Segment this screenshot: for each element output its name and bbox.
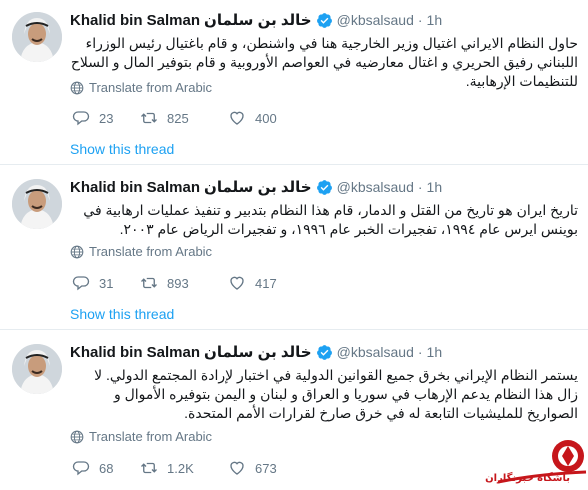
like-button[interactable]: 400 (228, 109, 308, 127)
arabic-display-name[interactable]: خالد بن سلمان (204, 11, 312, 29)
timestamp[interactable]: 1h (427, 179, 443, 195)
reply-icon (72, 276, 90, 291)
timestamp[interactable]: 1h (427, 12, 443, 28)
like-count: 673 (255, 460, 277, 476)
translate-label: Translate from Arabic (89, 244, 213, 259)
retweet-button[interactable]: 825 (140, 109, 228, 127)
globe-icon (70, 81, 84, 94)
tweet-header: Khalid bin Salman خالد بن سلمان @kbsalsa… (70, 177, 442, 197)
like-icon (230, 461, 244, 475)
reply-count: 23 (99, 110, 114, 126)
globe-icon (70, 430, 84, 443)
reply-icon (72, 461, 90, 476)
separator-dot: · (417, 179, 423, 195)
reply-button[interactable]: 23 (72, 109, 140, 127)
retweet-count: 893 (167, 275, 189, 291)
separator-dot: · (417, 344, 423, 360)
tweet-text: تاريخ ايران هو تاريخ من القتل و الدمار، … (83, 202, 578, 237)
verified-badge-icon (316, 344, 332, 360)
verified-badge-icon (316, 179, 332, 195)
like-count: 417 (255, 275, 277, 291)
reply-count: 31 (99, 275, 114, 291)
translate-label: Translate from Arabic (89, 80, 213, 95)
tweet-text: يستمر النظام الإيراني بخرق جميع القوانين… (94, 367, 578, 421)
timestamp[interactable]: 1h (427, 344, 443, 360)
tweet-header: Khalid bin Salman خالد بن سلمان @kbsalsa… (70, 342, 442, 362)
retweet-count: 825 (167, 110, 189, 126)
tweet-actions: 23 825 400 (72, 108, 308, 128)
tweet[interactable]: Khalid bin Salman خالد بن سلمان @kbsalsa… (0, 165, 588, 330)
arabic-display-name[interactable]: خالد بن سلمان (204, 343, 312, 361)
like-button[interactable]: 417 (228, 274, 308, 292)
retweet-count: 1.2K (167, 460, 194, 476)
watermark-text: باشگاه خبرنگاران (485, 473, 570, 484)
avatar[interactable] (12, 12, 62, 62)
show-thread-link[interactable]: Show this thread (70, 306, 174, 322)
display-name[interactable]: Khalid bin Salman (70, 344, 200, 361)
retweet-button[interactable]: 893 (140, 274, 228, 292)
user-handle[interactable]: @kbsalsaud (337, 344, 414, 360)
translate-label: Translate from Arabic (89, 429, 213, 444)
retweet-icon (141, 112, 157, 124)
avatar[interactable] (12, 179, 62, 229)
show-thread-link[interactable]: Show this thread (70, 141, 174, 157)
avatar[interactable] (12, 344, 62, 394)
like-icon (230, 276, 244, 290)
globe-icon (70, 245, 84, 258)
retweet-icon (141, 277, 157, 289)
tweet-actions: 68 1.2K 673 (72, 458, 308, 478)
reply-icon (72, 111, 90, 126)
display-name[interactable]: Khalid bin Salman (70, 12, 200, 29)
tweet-actions: 31 893 417 (72, 273, 308, 293)
reply-button[interactable]: 31 (72, 274, 140, 292)
user-handle[interactable]: @kbsalsaud (337, 12, 414, 28)
translate-link[interactable]: Translate from Arabic (70, 244, 212, 259)
retweet-button[interactable]: 1.2K (140, 459, 228, 477)
like-count: 400 (255, 110, 277, 126)
tweet-header: Khalid bin Salman خالد بن سلمان @kbsalsa… (70, 10, 442, 30)
retweet-icon (141, 462, 157, 474)
user-handle[interactable]: @kbsalsaud (337, 179, 414, 195)
like-button[interactable]: 673 (228, 459, 308, 477)
translate-link[interactable]: Translate from Arabic (70, 80, 212, 95)
like-icon (230, 111, 244, 125)
arabic-display-name[interactable]: خالد بن سلمان (204, 178, 312, 196)
reply-button[interactable]: 68 (72, 459, 140, 477)
translate-link[interactable]: Translate from Arabic (70, 429, 212, 444)
tweet[interactable]: Khalid bin Salman خالد بن سلمان @kbsalsa… (0, 0, 588, 165)
reply-count: 68 (99, 460, 114, 476)
separator-dot: · (417, 12, 423, 28)
watermark: باشگاه خبرنگاران (468, 430, 588, 490)
verified-badge-icon (316, 12, 332, 28)
display-name[interactable]: Khalid bin Salman (70, 179, 200, 196)
